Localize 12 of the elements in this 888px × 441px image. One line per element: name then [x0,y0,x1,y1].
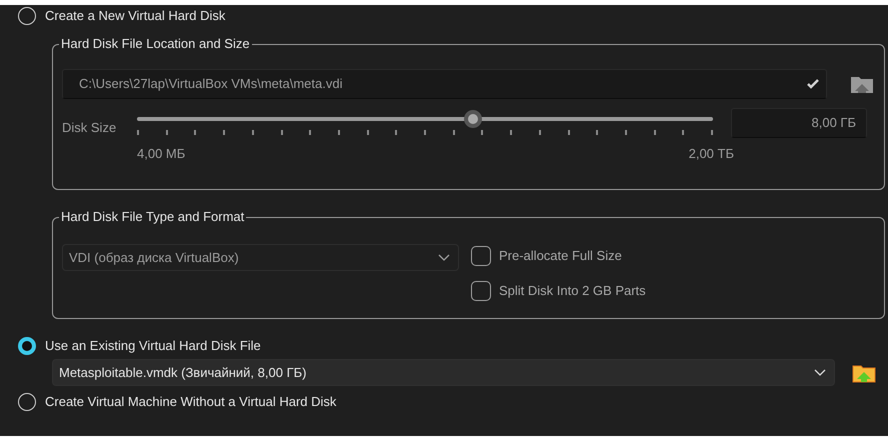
group-title: Hard Disk File Type and Format [59,209,246,225]
chevron-icon [814,368,826,376]
chevron-icon [438,254,450,262]
existing-disk-dropdown[interactable]: Metasploitable.vmdk (Звичайний, 8,00 ГБ) [52,359,835,386]
disk-size-label: Disk Size [62,119,118,137]
disk-size-slider[interactable] [137,108,713,138]
radio-option[interactable]: Use an Existing Virtual Hard Disk File [18,335,261,357]
radio-option[interactable]: Create a New Virtual Hard Disk [18,5,226,27]
radio-option[interactable]: Create Virtual Machine Without a Virtual Hard Disk [18,391,336,413]
check-icon [807,79,819,89]
min-size-label: 4,00 МБ [137,145,186,163]
max-size-label: 2,00 ТБ [688,145,734,163]
